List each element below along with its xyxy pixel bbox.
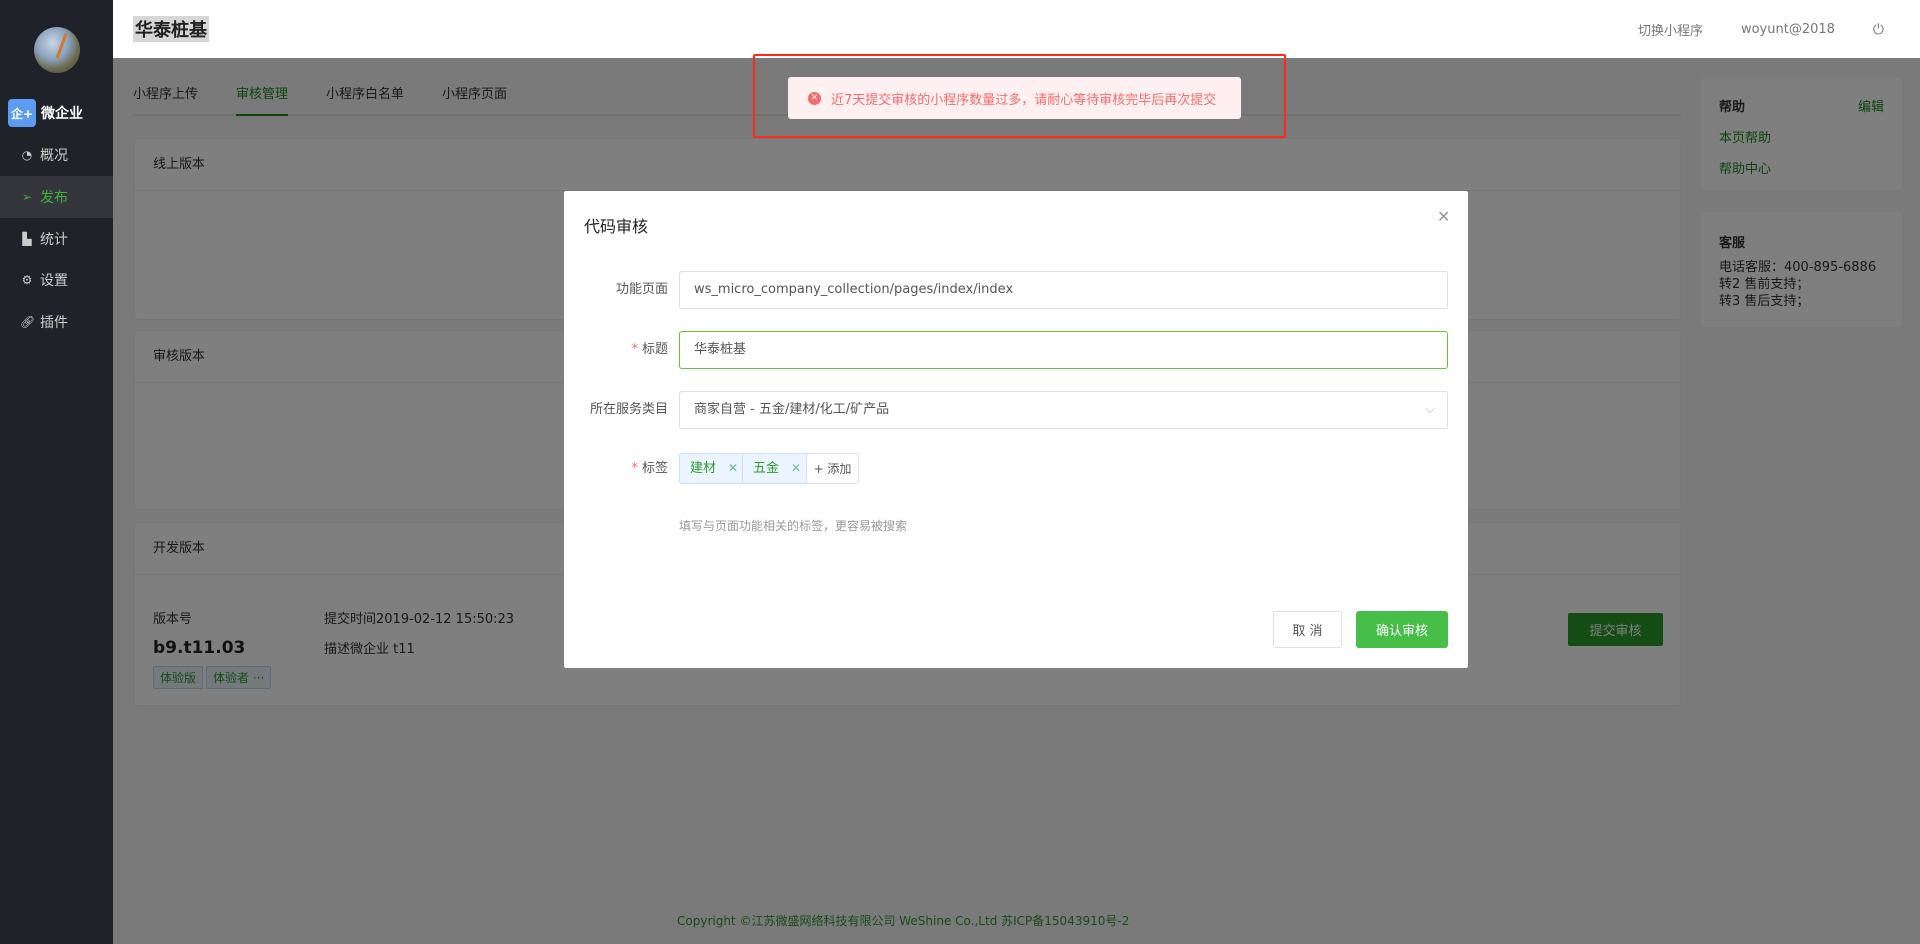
tags-label: * 标签 xyxy=(631,461,668,476)
category-label: 所在服务类目 xyxy=(589,402,668,417)
close-icon[interactable]: ✕ xyxy=(1437,207,1450,226)
dashboard-icon: ◔ xyxy=(21,148,33,162)
sidebar-item-settings[interactable]: ⚙ 设置 xyxy=(0,259,113,301)
sidebar-item-label: 插件 xyxy=(40,315,68,331)
confirm-review-button[interactable]: 确认审核 xyxy=(1356,611,1448,648)
title-label: * 标题 xyxy=(631,342,668,357)
sidebar-item-label: 统计 xyxy=(40,232,68,248)
chevron-down-icon: ⌵ xyxy=(1425,402,1435,417)
code-review-dialog: 代码审核 ✕ 功能页面 ws_micro_company_collection/… xyxy=(564,191,1468,668)
switch-miniprogram-link[interactable]: 切换小程序 xyxy=(1638,20,1703,39)
tags-hint: 填写与页面功能相关的标签，更容易被搜索 xyxy=(679,519,908,533)
sidebar-item-label: 设置 xyxy=(40,273,68,289)
sidebar-item-publish[interactable]: ➢ 发布 xyxy=(0,176,113,218)
avatar[interactable] xyxy=(34,27,80,73)
page-title: 华泰桩基 xyxy=(133,16,209,42)
chart-icon: ▙ xyxy=(22,232,32,246)
sidebar-item-stats[interactable]: ▙ 统计 xyxy=(0,218,113,260)
highlight-box xyxy=(753,54,1286,138)
category-select[interactable]: 商家自营 - 五金/建材/化工/矿产品 ⌵ xyxy=(679,391,1448,429)
title-input[interactable]: 华泰桩基 xyxy=(679,331,1448,369)
app-logo: 企+ 微企业 xyxy=(8,99,83,127)
category-value: 商家自营 - 五金/建材/化工/矿产品 xyxy=(694,402,890,417)
logo-text: 微企业 xyxy=(41,106,83,122)
logo-icon: 企+ xyxy=(8,99,36,127)
tag-item: 五金 ✕ xyxy=(742,453,813,484)
sidebar-item-plugins[interactable]: 🔗︎ 插件 xyxy=(0,301,113,343)
cancel-button[interactable]: 取 消 xyxy=(1273,611,1342,648)
sidebar-item-label: 概况 xyxy=(40,148,68,164)
sidebar-item-label: 发布 xyxy=(40,190,68,206)
close-icon[interactable]: ✕ xyxy=(728,454,738,483)
header: 华泰桩基 切换小程序 woyunt@2018 ⏻ xyxy=(113,0,1920,58)
page-label: 功能页面 xyxy=(615,282,668,297)
power-icon[interactable]: ⏻ xyxy=(1873,22,1884,38)
add-tag-button[interactable]: + 添加 xyxy=(806,453,859,484)
dialog-title: 代码审核 xyxy=(584,217,649,236)
link-icon: 🔗︎ xyxy=(20,315,36,329)
tag-item: 建材 ✕ xyxy=(679,453,750,484)
gear-icon: ⚙ xyxy=(21,273,33,287)
send-icon: ➢ xyxy=(21,190,33,204)
user-name[interactable]: woyunt@2018 xyxy=(1741,22,1835,37)
page-input[interactable]: ws_micro_company_collection/pages/index/… xyxy=(679,271,1448,309)
close-icon[interactable]: ✕ xyxy=(791,454,801,483)
sidebar-item-overview[interactable]: ◔ 概况 xyxy=(0,134,113,176)
sidebar: 企+ 微企业 ◔ 概况 ➢ 发布 ▙ 统计 ⚙ 设置 🔗︎ 插件 xyxy=(0,0,113,944)
